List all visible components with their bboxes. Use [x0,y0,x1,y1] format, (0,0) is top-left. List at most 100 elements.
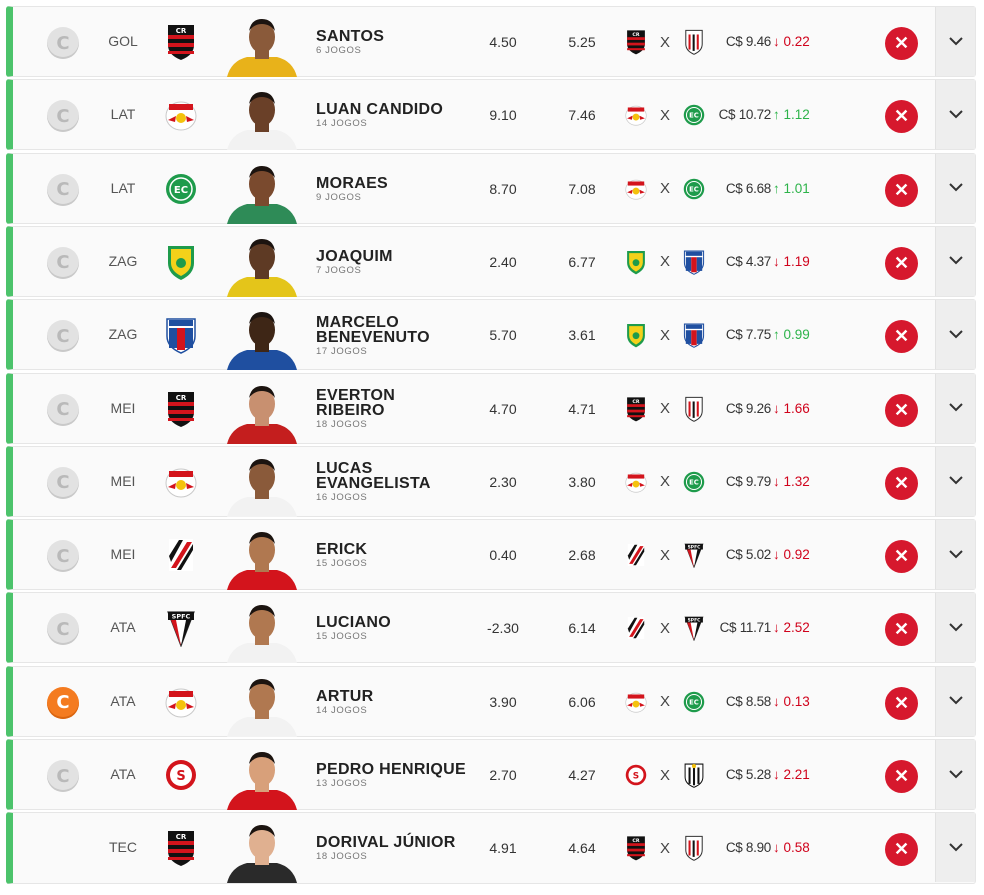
expand-row-button[interactable] [935,446,975,516]
captain-button[interactable]: C [47,760,79,792]
expand-row-button[interactable] [935,226,975,296]
chevron-down-icon [948,179,963,197]
player-info[interactable]: SANTOS 6 JOGOS [316,7,466,78]
remove-player-button[interactable]: ✕ [885,760,918,793]
captain-button[interactable]: C [47,100,79,133]
flamengo-badge-icon: CR [625,835,647,861]
player-info[interactable]: PEDRO HENRIQUE 13 JOGOS [316,740,466,811]
juventude-badge-icon: EC [165,170,197,208]
variation-value: 1.66 [783,400,810,416]
player-row: C ZAG JOAQUIM 7 JOGOS 2.40 6.77 X C$ 4.37 ↓ 1… [6,225,976,298]
remove-player-button[interactable]: ✕ [885,466,918,500]
player-row: C LAT EC MORAES 9 JOGOS 8.70 7.08 X EC C$ 6.6… [6,152,976,225]
average-score: 2.68 [568,547,596,564]
captain-button[interactable]: C [47,686,79,719]
svg-text:EC: EC [689,112,699,120]
games-count: 15 JOGOS [316,558,368,570]
sao-paulo-badge-icon: SPFC [683,542,705,569]
expand-row-button[interactable] [935,80,975,150]
price-variation: ↓ 2.21 [773,767,843,782]
expand-row-button[interactable] [935,373,975,443]
player-photo [223,306,301,371]
juventude-badge-icon: EC [683,176,705,202]
player-info[interactable]: ERICK 15 JOGOS [316,520,466,591]
versus-label: X [659,693,670,711]
position-label: MEI [110,546,136,563]
remove-player-button[interactable]: ✕ [885,173,918,207]
games-count: 13 JOGOS [316,778,368,789]
player-info[interactable]: LUCAS EVANGELISTA 16 JOGOS [316,447,466,518]
last-score: 4.91 [489,840,517,857]
player-info[interactable]: MARCELO BENEVENUTO 17 JOGOS [316,300,466,371]
expand-row-button[interactable] [935,520,975,590]
remove-player-button[interactable]: ✕ [885,613,918,647]
games-count: 14 JOGOS [316,118,368,130]
fortaleza-badge-icon [683,249,705,275]
average-score: 6.06 [568,693,596,710]
remove-player-button[interactable]: ✕ [885,100,918,134]
svg-text:EC: EC [689,479,699,487]
remove-player-button[interactable]: ✕ [885,27,918,60]
svg-text:SPFC: SPFC [172,613,191,621]
remove-player-button[interactable]: ✕ [885,540,918,574]
expand-row-button[interactable] [935,300,975,370]
remove-player-button[interactable]: ✕ [885,393,918,427]
arrow-down-icon: ↓ [773,620,784,636]
close-icon: ✕ [893,179,910,200]
captain-button[interactable]: C [47,540,79,573]
arrow-up-icon: ↑ [773,327,784,343]
player-info[interactable]: LUAN CANDIDO 14 JOGOS [316,80,466,151]
bragantino-badge-icon [165,463,197,501]
position-label: LAT [110,179,136,196]
versus-label: X [659,253,670,271]
captain-button[interactable]: C [47,173,79,206]
remove-player-button[interactable]: ✕ [885,833,918,867]
variation-value: 0.22 [783,34,810,49]
captain-button[interactable]: C [47,246,79,279]
remove-player-button[interactable]: ✕ [885,246,918,280]
captain-button[interactable]: C [47,27,79,59]
svg-text:EC: EC [689,185,699,193]
svg-text:S: S [176,769,185,784]
expand-row-button[interactable] [935,7,975,76]
player-info[interactable]: JOAQUIM 7 JOGOS [316,227,466,298]
remove-player-button[interactable]: ✕ [885,686,918,720]
next-match: X EC [625,685,705,719]
captain-button[interactable]: C [47,466,79,499]
player-info[interactable]: DORIVAL JÚNIOR 18 JOGOS [316,813,466,884]
expand-row-button[interactable] [935,153,975,223]
versus-label: X [659,106,670,124]
position-label: MEI [110,399,136,416]
player-photo [223,453,301,517]
flamengo-badge-icon: CR [625,29,647,55]
player-info[interactable]: LUCIANO 15 JOGOS [316,593,466,664]
flamengo-badge-icon: CR [165,23,197,61]
last-score: 2.70 [489,767,517,783]
expand-row-button[interactable] [935,740,975,809]
expand-row-button[interactable] [935,666,975,736]
player-row: C LAT LUAN CANDIDO 14 JOGOS 9.10 7.46 X EC C$… [6,79,976,151]
player-price: C$ 8.58 [725,693,771,709]
cuiaba-badge-icon [165,243,197,281]
last-score: 0.40 [489,547,517,564]
remove-player-button[interactable]: ✕ [885,320,918,354]
expand-row-button[interactable] [935,593,975,663]
arrow-down-icon: ↓ [773,547,784,563]
close-icon: ✕ [893,692,910,713]
captain-button[interactable]: C [47,613,79,646]
player-photo [223,673,301,737]
variation-value: 0.58 [783,840,810,856]
player-info[interactable]: EVERTON RIBEIRO 18 JOGOS [316,374,466,445]
expand-row-button[interactable] [935,813,975,883]
player-info[interactable]: MORAES 9 JOGOS [316,154,466,225]
athletico-pr-badge-icon [165,536,197,574]
player-info[interactable]: ARTUR 14 JOGOS [316,667,466,738]
captain-button[interactable]: C [47,320,79,353]
price-variation: ↑ 1.12 [773,107,843,122]
captain-icon: C [56,105,70,127]
player-photo [223,599,301,664]
captain-button[interactable]: C [47,393,79,426]
price-variation: ↓ 1.32 [773,474,843,489]
next-match: CR X [625,25,705,59]
chevron-down-icon [948,106,963,124]
